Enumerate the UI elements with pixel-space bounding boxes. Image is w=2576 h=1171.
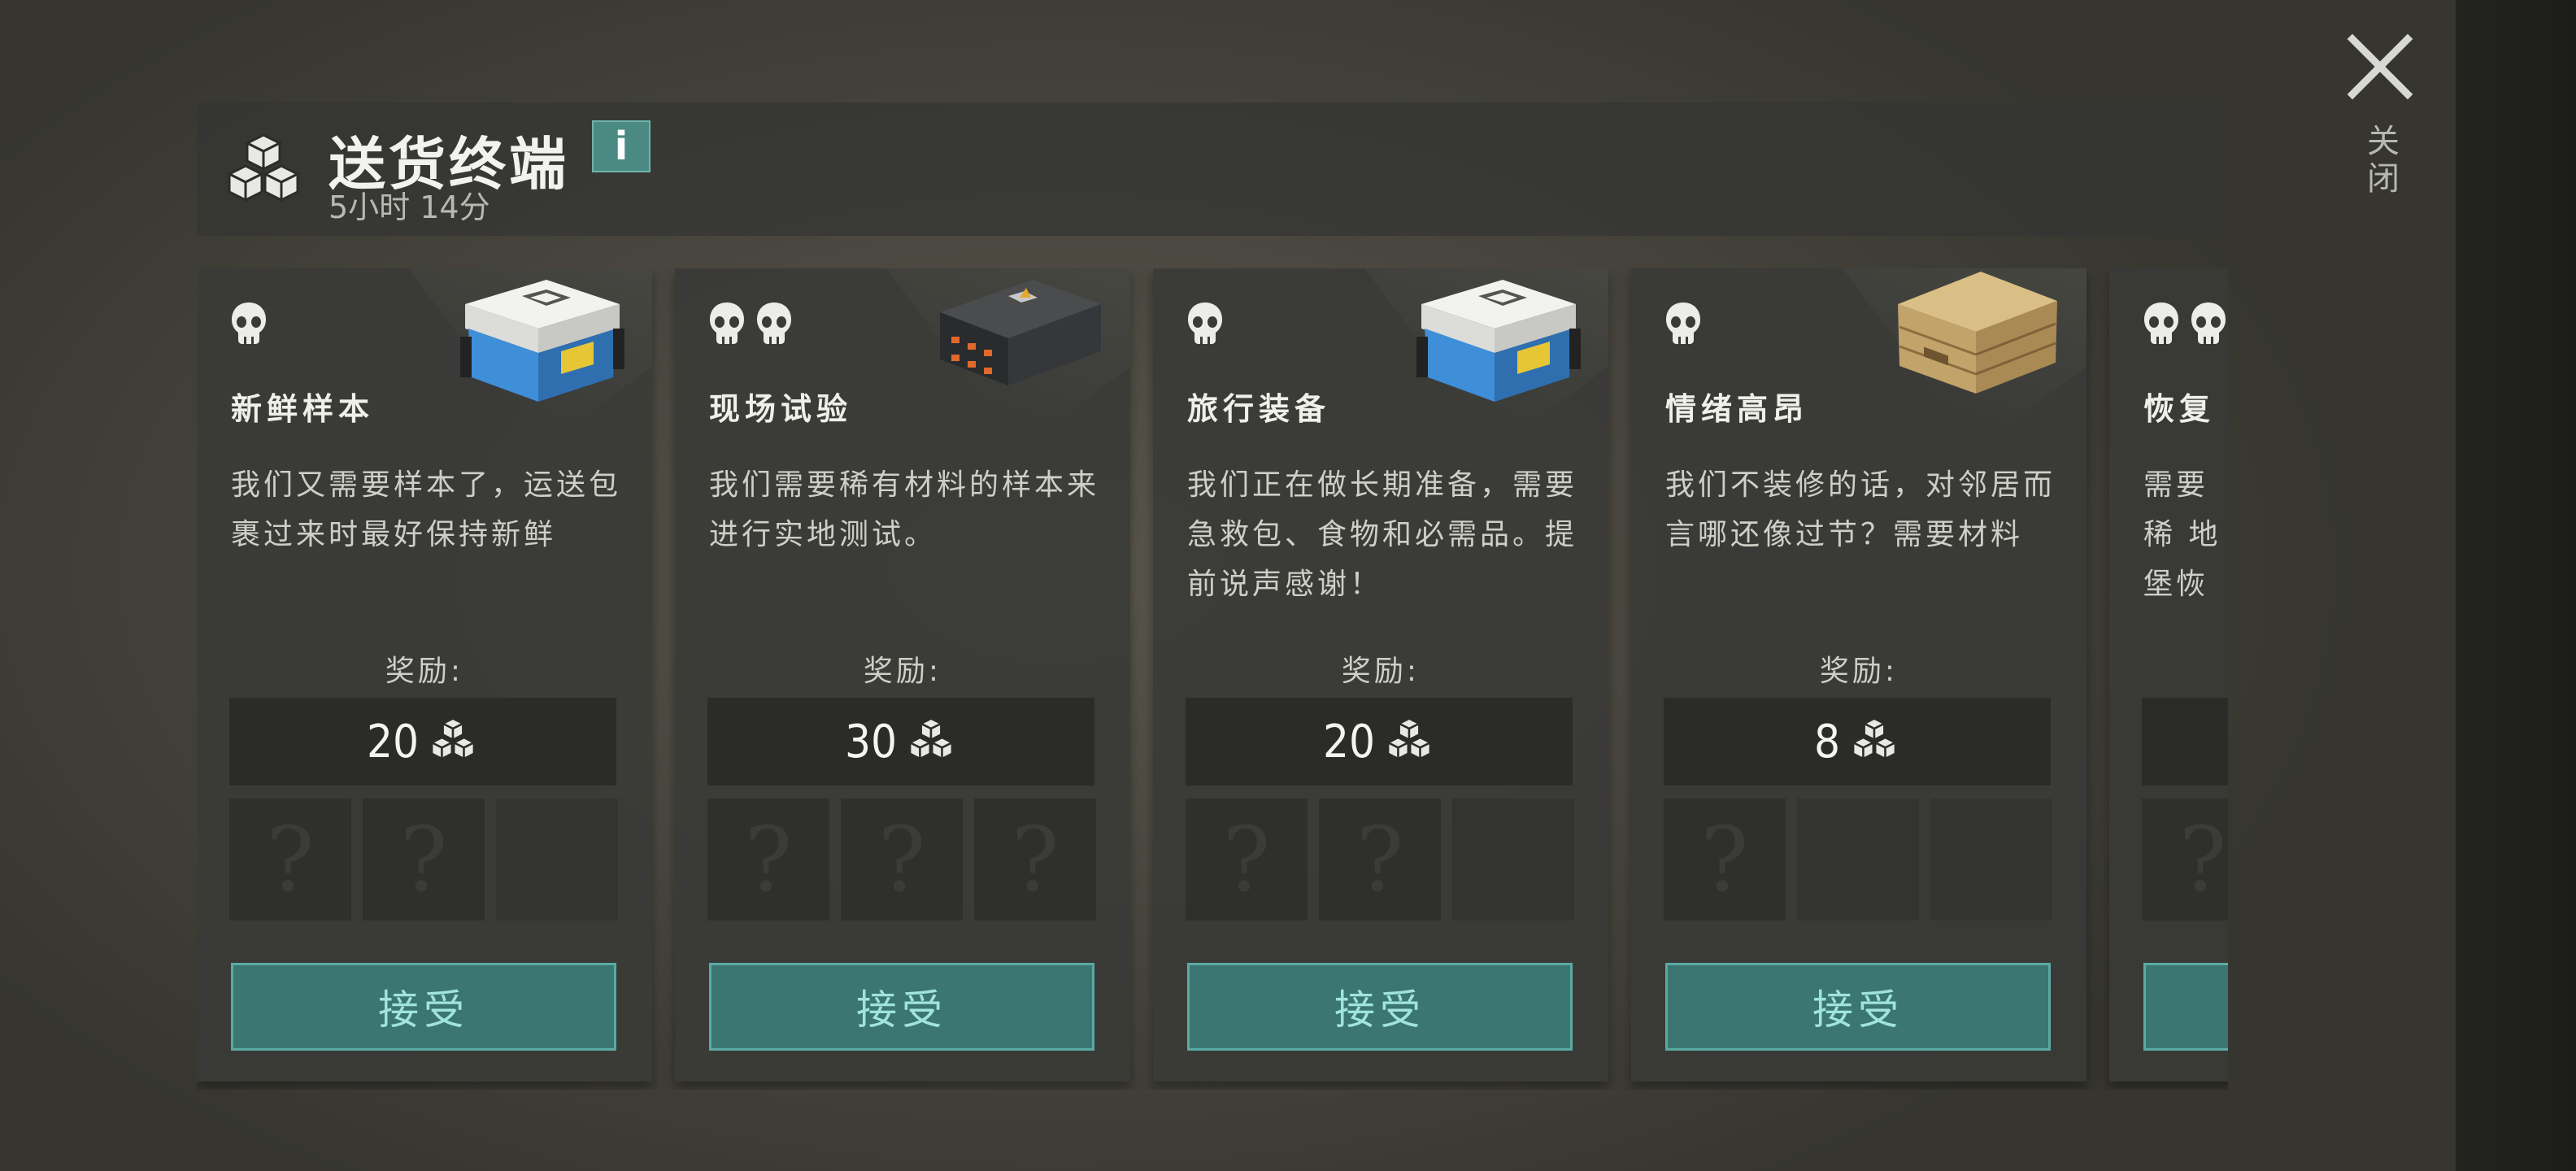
blue-cooler-box-icon xyxy=(460,280,624,402)
reward-amount: 30 xyxy=(844,715,898,768)
accept-button[interactable]: 接受 xyxy=(709,963,1094,1051)
required-items: ? xyxy=(1664,799,2052,921)
delivery-card: 恢复 需要稀 地堡恢 抓紧时 ? 接受 xyxy=(2109,268,2228,1082)
delivery-terminal-header: 送货终端 i 5小时 14分 xyxy=(197,102,2226,236)
delivery-card: 现场试验 我们需要稀有材料的样本来进行实地测试。 奖励: 30 ? ? ? 接受 xyxy=(675,268,1130,1082)
delivery-description: 我们需要稀有材料的样本来进行实地测试。 xyxy=(709,468,1100,551)
crates-icon xyxy=(1386,717,1433,760)
item-slot xyxy=(496,799,618,921)
skull-icon xyxy=(232,303,266,344)
skull-icon xyxy=(2191,303,2226,344)
reward-amount: 20 xyxy=(1322,715,1376,768)
side-panel xyxy=(2456,0,2576,1171)
skull-icon xyxy=(1666,303,1700,344)
difficulty-skulls xyxy=(1184,299,1226,348)
accept-button[interactable]: 接受 xyxy=(1187,963,1573,1051)
reward-label: 奖励: xyxy=(385,655,464,688)
required-items: ? ? ? xyxy=(707,799,1096,921)
accept-button[interactable]: 接受 xyxy=(231,963,616,1051)
difficulty-skulls xyxy=(228,299,270,348)
skull-icon xyxy=(710,303,744,344)
reward-amount: 20 xyxy=(366,715,420,768)
difficulty-skulls xyxy=(2140,299,2228,348)
delivery-card: 旅行装备 我们正在做长期准备，需要急救包、食物和必需品。提前说声感谢！ 奖励: … xyxy=(1153,268,1608,1082)
info-button[interactable]: i xyxy=(592,120,651,172)
item-slot[interactable]: ? xyxy=(229,799,351,921)
skull-icon xyxy=(1188,303,1222,344)
item-slot[interactable]: ? xyxy=(707,799,829,921)
delivery-name: 现场试验 xyxy=(709,391,853,427)
delivery-name: 情绪高昂 xyxy=(1665,391,1809,427)
difficulty-skulls xyxy=(1662,299,1704,348)
delivery-description: 我们不装修的话，对邻居而言哪还像过节？需要材料 xyxy=(1665,468,2056,551)
crates-icon xyxy=(226,133,301,202)
accept-button[interactable]: 接受 xyxy=(1665,963,2051,1051)
blue-cooler-box-icon xyxy=(1416,280,1581,402)
time-remaining: 5小时 14分 xyxy=(329,189,490,225)
difficulty-skulls xyxy=(706,299,795,348)
reward-label: 奖励: xyxy=(1819,655,1899,688)
wooden-crate-icon xyxy=(1898,272,2057,394)
accept-button[interactable]: 接受 xyxy=(2143,963,2228,1051)
reward-box: 20 xyxy=(1186,698,1573,786)
delivery-description: 我们正在做长期准备，需要急救包、食物和必需品。提前说声感谢！ xyxy=(1187,468,1578,601)
delivery-cards-list[interactable]: 新鲜样本 我们又需要样本了，运送包裹过来时最好保持新鲜 奖励: 20 ? ? 接… xyxy=(197,268,2228,1090)
delivery-name: 旅行装备 xyxy=(1187,391,1331,427)
delivery-name: 新鲜样本 xyxy=(231,391,375,427)
required-items: ? ? xyxy=(1186,799,1574,921)
item-slot xyxy=(1930,799,2052,921)
delivery-card: 新鲜样本 我们又需要样本了，运送包裹过来时最好保持新鲜 奖励: 20 ? ? 接… xyxy=(197,268,652,1082)
reward-label: 奖励: xyxy=(1341,655,1421,688)
item-slot xyxy=(1452,799,1574,921)
reward-box xyxy=(2142,698,2228,786)
item-slot[interactable]: ? xyxy=(1186,799,1308,921)
crates-icon xyxy=(1851,717,1898,760)
reward-box: 8 xyxy=(1664,698,2051,786)
delivery-name: 恢复 xyxy=(2143,391,2216,427)
item-slot[interactable]: ? xyxy=(363,799,485,921)
black-military-case-icon xyxy=(940,280,1101,385)
required-items: ? xyxy=(2142,799,2228,921)
reward-box: 20 xyxy=(229,698,616,786)
item-slot[interactable]: ? xyxy=(1319,799,1441,921)
item-slot[interactable]: ? xyxy=(841,799,963,921)
close-x-icon xyxy=(2347,33,2413,100)
crates-icon xyxy=(907,717,955,760)
item-slot[interactable]: ? xyxy=(2142,799,2228,921)
required-items: ? ? xyxy=(229,799,618,921)
skull-icon xyxy=(757,303,791,344)
reward-label: 奖励: xyxy=(863,655,942,688)
skull-icon xyxy=(2144,303,2178,344)
item-slot xyxy=(1797,799,1919,921)
delivery-description: 需要稀 地堡恢 抓紧时 xyxy=(2143,468,2221,601)
item-slot[interactable]: ? xyxy=(1664,799,1786,921)
close-label: 关闭 xyxy=(2361,124,2399,198)
crates-icon xyxy=(429,717,476,760)
delivery-card: 情绪高昂 我们不装修的话，对邻居而言哪还像过节？需要材料 奖励: 8 ? 接受 xyxy=(1631,268,2086,1082)
item-slot[interactable]: ? xyxy=(974,799,1096,921)
reward-amount: 8 xyxy=(1813,715,1841,768)
close-button[interactable]: 关闭 xyxy=(2335,33,2425,244)
reward-box: 30 xyxy=(707,698,1094,786)
delivery-description: 我们又需要样本了，运送包裹过来时最好保持新鲜 xyxy=(231,468,622,551)
